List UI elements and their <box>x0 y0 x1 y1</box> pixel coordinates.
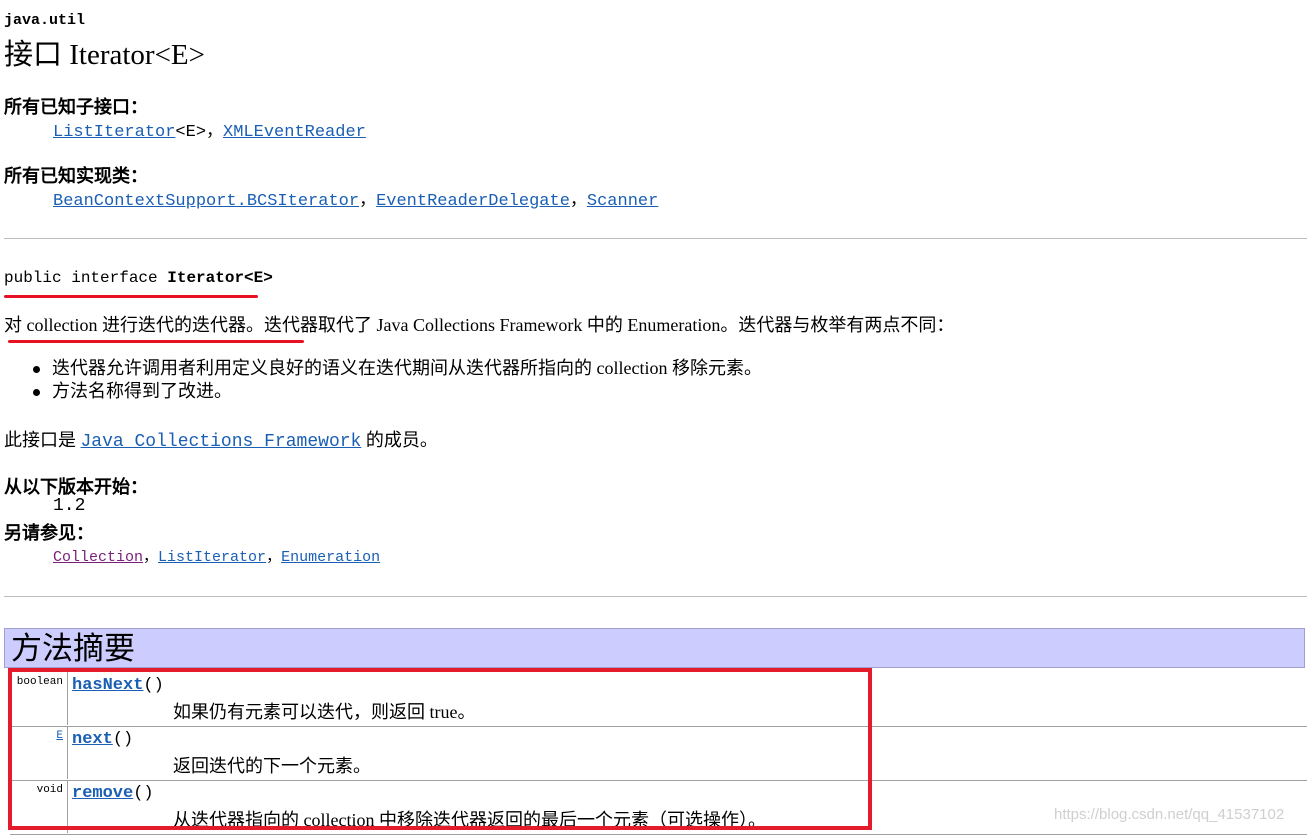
link-collections-framework[interactable]: Java Collections Framework <box>81 432 362 452</box>
method-row-next: E next() 返回迭代的下一个元素。 <box>10 726 1307 781</box>
package-name: java.util <box>4 12 86 29</box>
separator: ， <box>359 192 377 211</box>
divider <box>4 238 1307 239</box>
return-type: E <box>10 726 68 779</box>
implementing-classes-list: BeanContextSupport.BCSIterator，EventRead… <box>53 185 658 211</box>
link-listiterator-2[interactable]: ListIterator <box>158 549 266 566</box>
page-title: 接口 Iterator<E> <box>4 39 206 71</box>
red-underline-annotation <box>8 340 304 343</box>
method-description: 如果仍有元素可以迭代，则返回 true。 <box>173 702 476 722</box>
link-listiterator[interactable]: ListIterator <box>53 123 175 142</box>
method-summary-title: 方法摘要 <box>11 631 135 666</box>
bullet-icon <box>33 366 40 373</box>
link-method-remove[interactable]: remove <box>72 784 133 803</box>
framework-membership: 此接口是 Java Collections Framework 的成员。 <box>4 430 438 452</box>
method-signature: next() <box>72 730 134 749</box>
see-also-label: 另请参见： <box>4 523 94 543</box>
declaration-prefix: public interface <box>4 269 168 287</box>
method-summary-header: 方法摘要 <box>4 628 1305 668</box>
list-item: 迭代器允许调用者利用定义良好的语义在迭代期间从迭代器所指向的 collectio… <box>28 357 762 380</box>
return-type: boolean <box>10 672 68 725</box>
watermark: https://blog.csdn.net/qq_41537102 <box>1054 806 1285 823</box>
link-method-hasnext[interactable]: hasNext <box>72 676 143 695</box>
link-enumeration[interactable]: Enumeration <box>281 549 380 566</box>
red-underline-annotation <box>4 295 258 298</box>
list-item: 方法名称得到了改进。 <box>28 380 762 403</box>
link-method-next[interactable]: next <box>72 730 113 749</box>
see-also-list: Collection，ListIterator，Enumeration <box>53 549 381 566</box>
difference-list: 迭代器允许调用者利用定义良好的语义在迭代期间从迭代器所指向的 collectio… <box>28 357 762 403</box>
separator: ， <box>569 192 587 211</box>
bullet-icon <box>33 389 40 396</box>
subinterfaces-list: ListIterator<E>，XMLEventReader <box>53 116 366 142</box>
link-bcsiterator[interactable]: BeanContextSupport.BCSIterator <box>53 192 359 211</box>
return-type: void <box>10 780 68 833</box>
generic-suffix: <E> <box>175 123 207 142</box>
since-version: 1.2 <box>53 496 86 516</box>
divider <box>4 596 1307 597</box>
interface-declaration: public interface Iterator<E> <box>4 269 273 287</box>
link-scanner[interactable]: Scanner <box>587 192 658 211</box>
method-row-hasnext: boolean hasNext() 如果仍有元素可以迭代，则返回 true。 <box>10 672 1307 727</box>
method-signature: remove() <box>72 784 154 803</box>
method-description: 从迭代器指向的 collection 中移除迭代器返回的最后一个元素（可选操作）… <box>173 810 766 830</box>
separator: ， <box>206 123 224 142</box>
method-signature: hasNext() <box>72 676 164 695</box>
interface-description: 对 collection 进行迭代的迭代器。迭代器取代了 Java Collec… <box>4 315 955 335</box>
link-collection[interactable]: Collection <box>53 549 143 566</box>
link-eventreaderdelegate[interactable]: EventReaderDelegate <box>376 192 570 211</box>
method-description: 返回迭代的下一个元素。 <box>173 756 371 776</box>
link-type-e[interactable]: E <box>56 730 63 742</box>
declaration-name: Iterator<E> <box>167 269 273 287</box>
link-xmleventreader[interactable]: XMLEventReader <box>223 123 366 142</box>
